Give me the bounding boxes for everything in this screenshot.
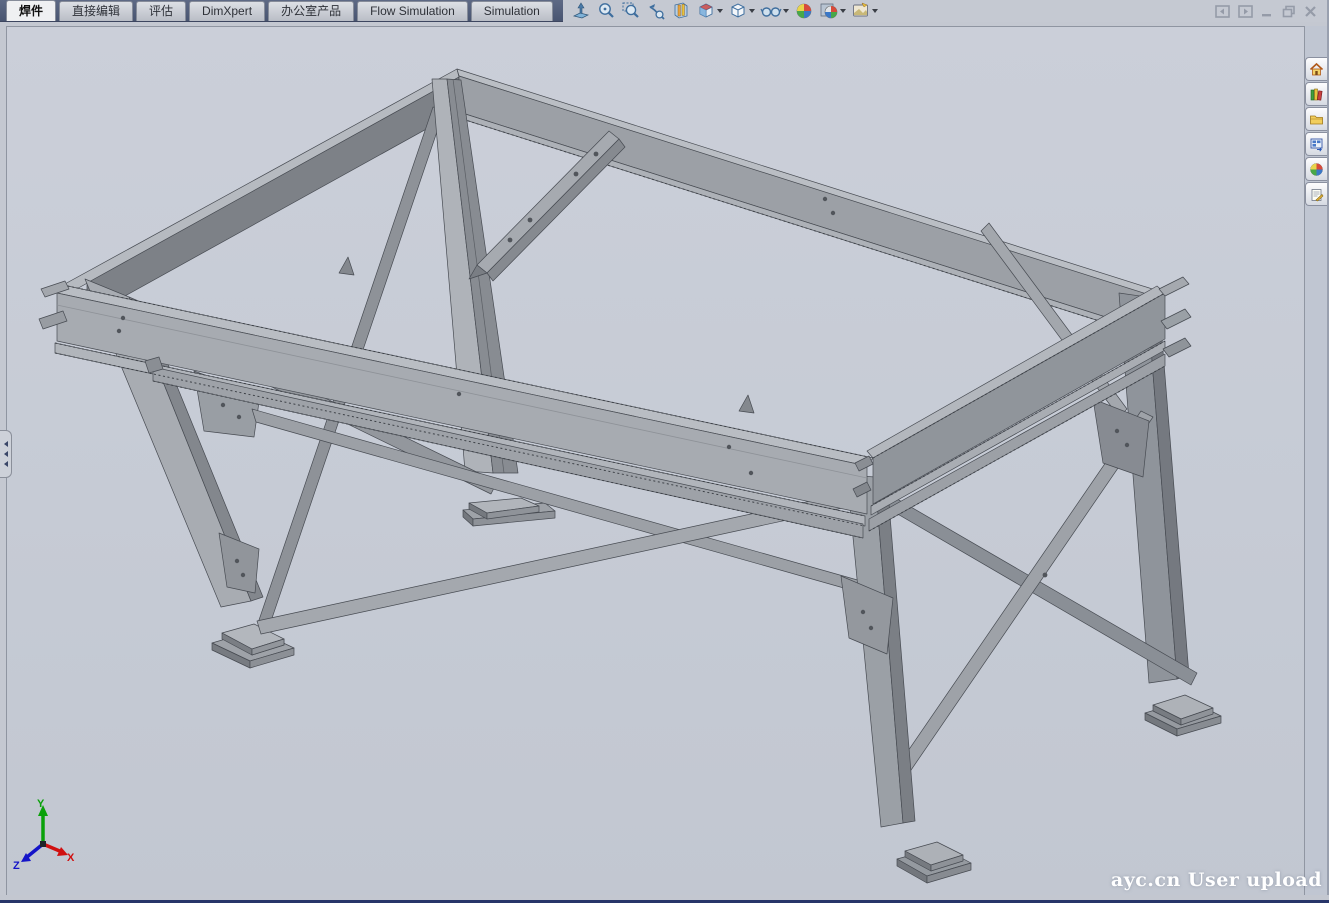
brace-tip-spike-2[interactable] <box>739 395 754 413</box>
foot-left-leg[interactable] <box>212 624 294 668</box>
frame-back-rails[interactable] <box>63 69 1165 338</box>
tab-simulation[interactable]: Simulation <box>471 1 553 21</box>
tab-flow-simulation[interactable]: Flow Simulation <box>357 1 468 21</box>
display-style-icon[interactable] <box>728 1 755 21</box>
brace-tip-spike-1[interactable] <box>339 257 354 275</box>
window-controls <box>1215 5 1317 18</box>
custom-properties-tab[interactable] <box>1305 182 1327 206</box>
design-library-tab[interactable] <box>1305 82 1327 106</box>
view-palette-icon <box>1309 137 1324 152</box>
appearances-scenes-tab[interactable] <box>1305 157 1327 181</box>
tab-evaluate[interactable]: 评估 <box>136 1 186 21</box>
restore-icon[interactable] <box>1282 5 1296 18</box>
view-palette-tab[interactable] <box>1305 132 1327 156</box>
section-view-icon[interactable] <box>671 1 691 21</box>
task-pane-tabs <box>1305 57 1328 206</box>
view-orientation-icon[interactable] <box>696 1 723 21</box>
task-pane-strip <box>1304 26 1328 895</box>
view-settings-icon[interactable] <box>851 1 878 21</box>
zoom-to-area-icon[interactable] <box>621 1 641 21</box>
tab-dimxpert[interactable]: DimXpert <box>189 1 265 21</box>
file-explorer-tab[interactable] <box>1305 107 1327 131</box>
watermark-text: ayc.cn User upload <box>1111 869 1322 891</box>
window-bottom-border <box>0 895 1329 903</box>
solidworks-window: { "ribbon": { "tabs": [ {"label": "焊件", … <box>0 0 1329 903</box>
heads-up-view-toolbar <box>571 1 878 21</box>
solidworks-resources-tab[interactable] <box>1305 57 1327 81</box>
3d-viewport-canvas[interactable]: Y X Z <box>7 27 1304 896</box>
heads-up-toolbar-area <box>563 0 1329 22</box>
tab-weldments[interactable]: 焊件 <box>6 0 56 21</box>
edit-appearance-icon[interactable] <box>794 1 814 21</box>
folder-icon <box>1309 112 1324 127</box>
minimize-icon[interactable] <box>1261 5 1274 18</box>
previous-view-icon[interactable] <box>646 1 666 21</box>
weldment-model[interactable] <box>39 69 1221 883</box>
command-manager-tabs: 焊件 直接编辑 评估 DimXpert 办公室产品 Flow Simulatio… <box>0 0 563 22</box>
document-pencil-icon <box>1309 187 1324 202</box>
apply-scene-icon[interactable] <box>819 1 846 21</box>
tab-direct-editing[interactable]: 直接编辑 <box>59 1 133 21</box>
brace-bolted-angle[interactable] <box>469 131 625 281</box>
chevron-left-icon <box>4 441 8 447</box>
hide-show-items-icon[interactable] <box>760 1 789 21</box>
zoom-to-fit-icon[interactable] <box>596 1 616 21</box>
orientation-triad: Y X Z <box>13 798 75 872</box>
collapse-pane-left-icon[interactable] <box>1215 5 1230 18</box>
triad-x-label: X <box>67 852 75 864</box>
normal-to-icon[interactable] <box>571 1 591 21</box>
foot-right-leg[interactable] <box>1145 695 1221 736</box>
title-ribbon-bar: 焊件 直接编辑 评估 DimXpert 办公室产品 Flow Simulatio… <box>0 0 1329 22</box>
library-books-icon <box>1309 87 1324 102</box>
chevron-left-icon <box>4 461 8 467</box>
triad-y-label: Y <box>37 798 45 810</box>
foot-front-leg[interactable] <box>897 842 971 883</box>
triad-z-label: Z <box>13 860 20 872</box>
close-icon[interactable] <box>1304 5 1317 18</box>
collapse-pane-right-icon[interactable] <box>1238 5 1253 18</box>
tab-office-products[interactable]: 办公室产品 <box>268 1 354 21</box>
appearance-sphere-icon <box>1309 162 1324 177</box>
graphics-viewport[interactable]: Y X Z <box>6 26 1304 896</box>
home-icon <box>1309 62 1324 77</box>
chevron-left-icon <box>4 451 8 457</box>
feature-manager-collapsed-tab[interactable] <box>0 430 12 478</box>
